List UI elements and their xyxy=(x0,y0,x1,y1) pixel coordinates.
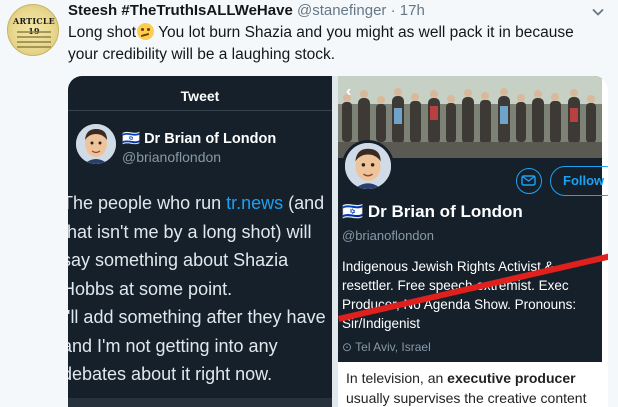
line-text: Hobbs at some point. xyxy=(68,278,233,299)
snippet-bold-term: executive producer xyxy=(447,370,576,386)
tweet[interactable]: ARTICLE 19 Steesh #TheTruthIsALLWeHave @… xyxy=(0,0,618,407)
author-handle[interactable]: @stanefinger xyxy=(297,2,386,19)
media-image-right[interactable]: ‹ Follow 🇮🇱 Dr Brian of London @brianofl… xyxy=(338,76,608,407)
location-text: Tel Aviv, Israel xyxy=(355,340,431,354)
embedded-tweet-body: The people who run tr.news (and that isn'… xyxy=(68,189,342,389)
embedded-tweet-line: say something about Shazia xyxy=(68,246,342,275)
line-text: debates about it right now. xyxy=(68,364,273,384)
embedded-author-name: 🇮🇱 Dr Brian of London xyxy=(122,131,277,147)
embedded-author-handle: @brianoflondon xyxy=(122,149,222,165)
tweet-timestamp[interactable]: 17h xyxy=(400,2,425,19)
line-text: The people who run xyxy=(68,193,227,213)
embedded-link[interactable]: tr.news xyxy=(226,193,283,213)
cartoon-face-icon xyxy=(345,143,391,189)
line-text: (and xyxy=(283,193,325,213)
embedded-tweet-line: that isn't me by a long shot) will xyxy=(68,218,342,247)
embedded-avatar-right xyxy=(342,140,394,192)
media-image-left[interactable]: Tweet 🇮🇱 Dr Brian of London @brianoflond… xyxy=(68,76,332,407)
line-text: say something about Shazia xyxy=(68,250,289,270)
snippet-line1: In television, an executive producer xyxy=(346,368,608,388)
embedded-profile: ‹ Follow 🇮🇱 Dr Brian of London @brianofl… xyxy=(338,76,608,362)
avatar-text-lines xyxy=(17,28,51,51)
author-avatar[interactable]: ARTICLE 19 xyxy=(7,4,59,56)
tweet-text: Long shot You lot burn Shazia and you mi… xyxy=(68,22,608,66)
embedded-tweet-line: The people who run tr.news (and xyxy=(68,189,342,218)
embedded-avatar-left xyxy=(76,124,116,164)
tweet-text-part1: Long shot xyxy=(68,24,137,41)
line-text: that isn't me by a long shot) will xyxy=(68,221,312,242)
profile-name: 🇮🇱 Dr Brian of London xyxy=(342,202,523,221)
message-button[interactable] xyxy=(516,168,542,194)
bio-line: Sir/Indigenist xyxy=(342,316,421,331)
definition-snippet: In television, an executive producer usu… xyxy=(346,368,608,407)
profile-location: ⊙ Tel Aviv, Israel xyxy=(342,340,431,354)
profile-handle: @brianoflondon xyxy=(342,228,434,243)
line-text: I'll add something after they have xyxy=(68,307,326,327)
embedded-tweet-line: debates about it right now. xyxy=(68,360,342,389)
confused-face-icon xyxy=(137,23,155,40)
author-name[interactable]: Steesh #TheTruthIsALLWeHave xyxy=(68,2,293,19)
embedded-tweet-line: I'll add something after they have xyxy=(68,303,342,332)
cartoon-face-icon xyxy=(76,124,116,164)
embedded-tweet-line: and I'm not getting into any xyxy=(68,332,342,361)
snippet-line2: usually supervises the creative content xyxy=(346,390,587,406)
embedded-tweet-line: Hobbs at some point. xyxy=(68,275,342,304)
tweet-media[interactable]: Tweet 🇮🇱 Dr Brian of London @brianoflond… xyxy=(68,76,608,407)
divider xyxy=(68,110,332,111)
follow-button[interactable]: Follow xyxy=(550,166,608,196)
embedded-footer xyxy=(68,398,332,407)
envelope-icon xyxy=(521,175,536,186)
embedded-tweet-title: Tweet xyxy=(180,88,220,104)
location-pin-icon: ⊙ xyxy=(342,340,356,354)
tweet-header: Steesh #TheTruthIsALLWeHave @stanefinger… xyxy=(68,2,425,22)
snippet-prefix: In television, an xyxy=(346,370,448,386)
separator-dot: · xyxy=(390,2,396,19)
chevron-left-icon[interactable]: ‹ xyxy=(346,83,351,101)
chevron-down-icon[interactable] xyxy=(592,6,604,18)
line-text: and I'm not getting into any xyxy=(68,335,278,356)
